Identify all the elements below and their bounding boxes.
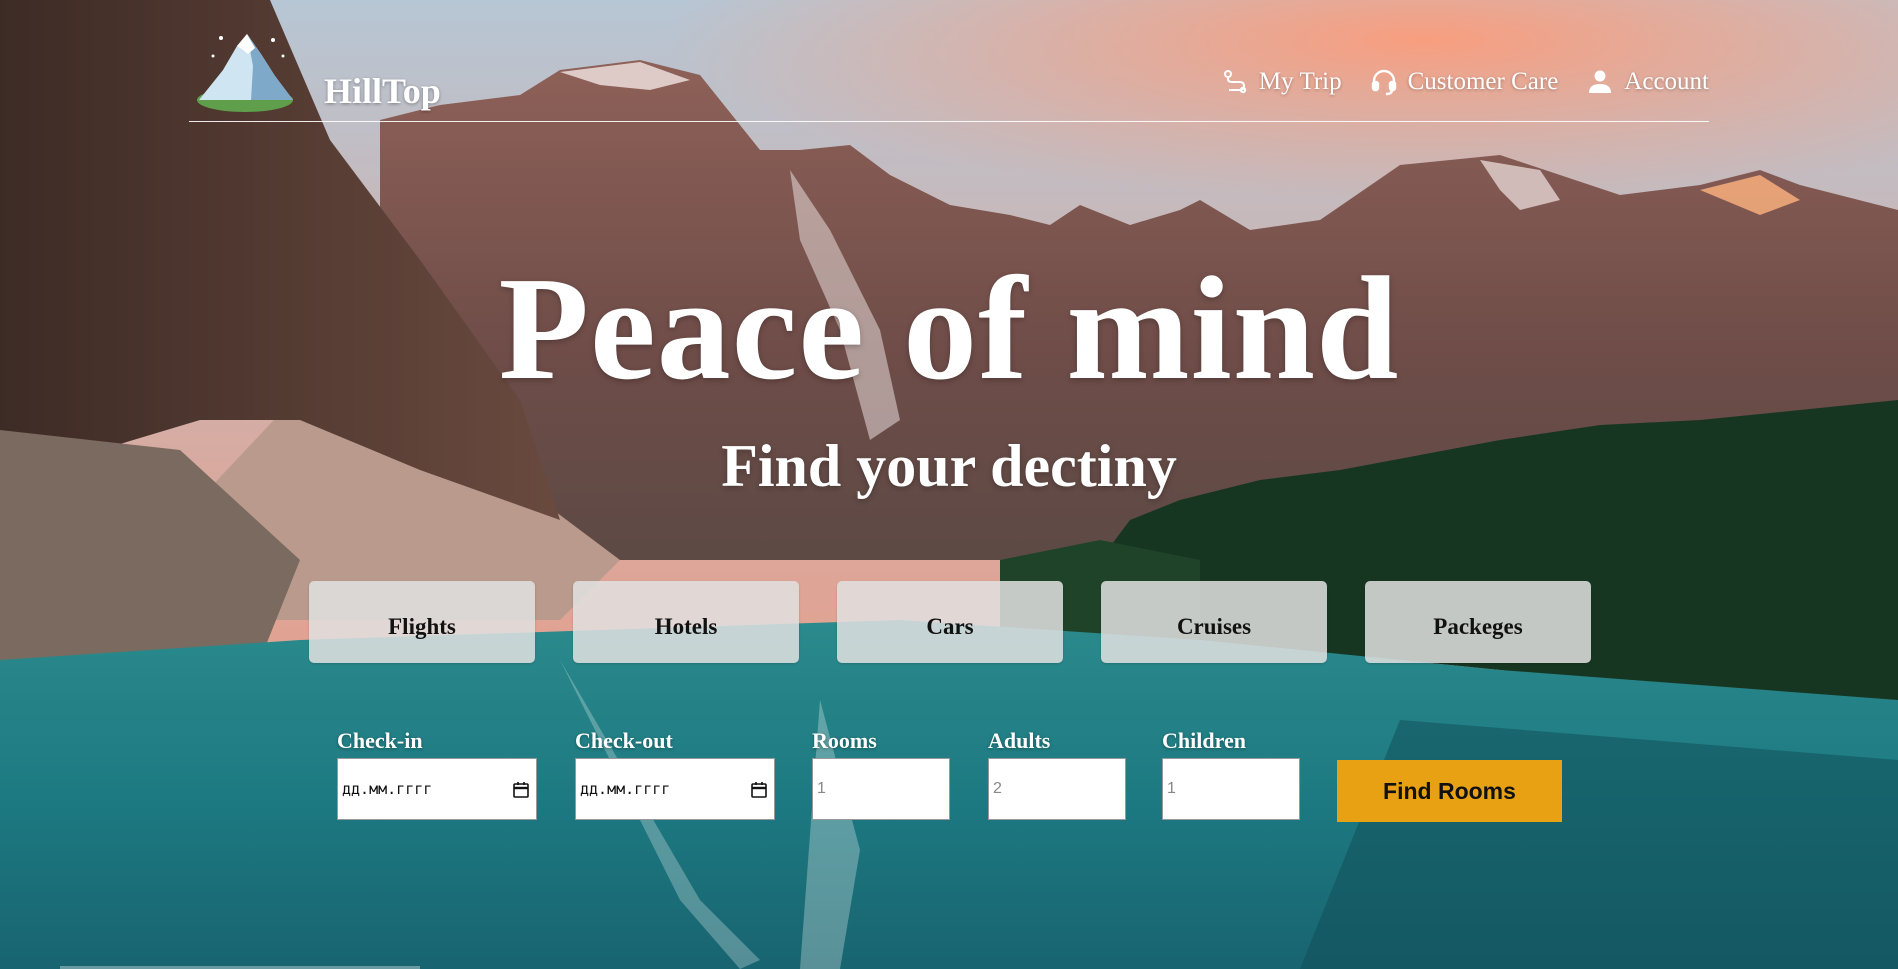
find-rooms-button[interactable]: Find Rooms — [1337, 760, 1562, 822]
hero-title: Peace of mind — [498, 247, 1400, 411]
nav-label: Customer Care — [1407, 68, 1559, 95]
tab-label: Hotels — [654, 614, 718, 639]
header-divider — [189, 121, 1709, 122]
route-icon — [1223, 70, 1247, 94]
checkout-input[interactable]: дд.мм.гггг — [575, 758, 775, 820]
top-nav: My Trip Customer Care Account — [1221, 68, 1709, 96]
brand-logo[interactable] — [193, 26, 299, 114]
checkin-placeholder: дд.мм.гггг — [342, 780, 433, 798]
rooms-placeholder: 1 — [817, 780, 826, 797]
calendar-icon[interactable] — [512, 781, 530, 799]
nav-account[interactable]: Account — [1586, 68, 1709, 96]
tab-label: Cruises — [1176, 614, 1252, 639]
adults-placeholder: 2 — [993, 780, 1002, 797]
nav-customer-care[interactable]: Customer Care — [1370, 68, 1559, 96]
tab-cruises[interactable]: Cruises — [1101, 581, 1327, 663]
tab-cars[interactable]: Cars — [837, 581, 1063, 663]
headset-icon — [1371, 69, 1396, 96]
checkin-input[interactable]: дд.мм.гггг — [337, 758, 537, 820]
tab-label: Cars — [926, 614, 974, 639]
rooms-label: Rooms — [812, 728, 877, 753]
nav-label: Account — [1624, 68, 1709, 95]
tab-packages[interactable]: Packeges — [1365, 581, 1591, 663]
hero-subtitle: Find your dectiny — [721, 433, 1177, 499]
adults-input[interactable]: 2 — [988, 758, 1126, 820]
adults-label: Adults — [988, 728, 1051, 753]
tab-hotels[interactable]: Hotels — [573, 581, 799, 663]
brand-name[interactable]: HillTop — [324, 70, 441, 112]
children-label: Children — [1162, 728, 1246, 753]
checkout-placeholder: дд.мм.гггг — [580, 780, 671, 798]
tab-label: Packeges — [1433, 614, 1523, 639]
mountain-logo-icon — [197, 34, 293, 112]
tab-label: Flights — [388, 614, 456, 639]
tab-flights[interactable]: Flights — [309, 581, 535, 663]
calendar-icon[interactable] — [750, 781, 768, 799]
nav-my-trip[interactable]: My Trip — [1221, 68, 1342, 96]
checkout-label: Check-out — [575, 728, 673, 753]
rooms-input[interactable]: 1 — [812, 758, 950, 820]
user-icon — [1589, 70, 1612, 93]
children-input[interactable]: 1 — [1162, 758, 1300, 820]
checkin-label: Check-in — [337, 728, 423, 753]
children-placeholder: 1 — [1167, 780, 1176, 797]
category-tabs: Flights Hotels Cars Cruises Packeges — [309, 581, 1591, 663]
nav-label: My Trip — [1258, 68, 1342, 95]
